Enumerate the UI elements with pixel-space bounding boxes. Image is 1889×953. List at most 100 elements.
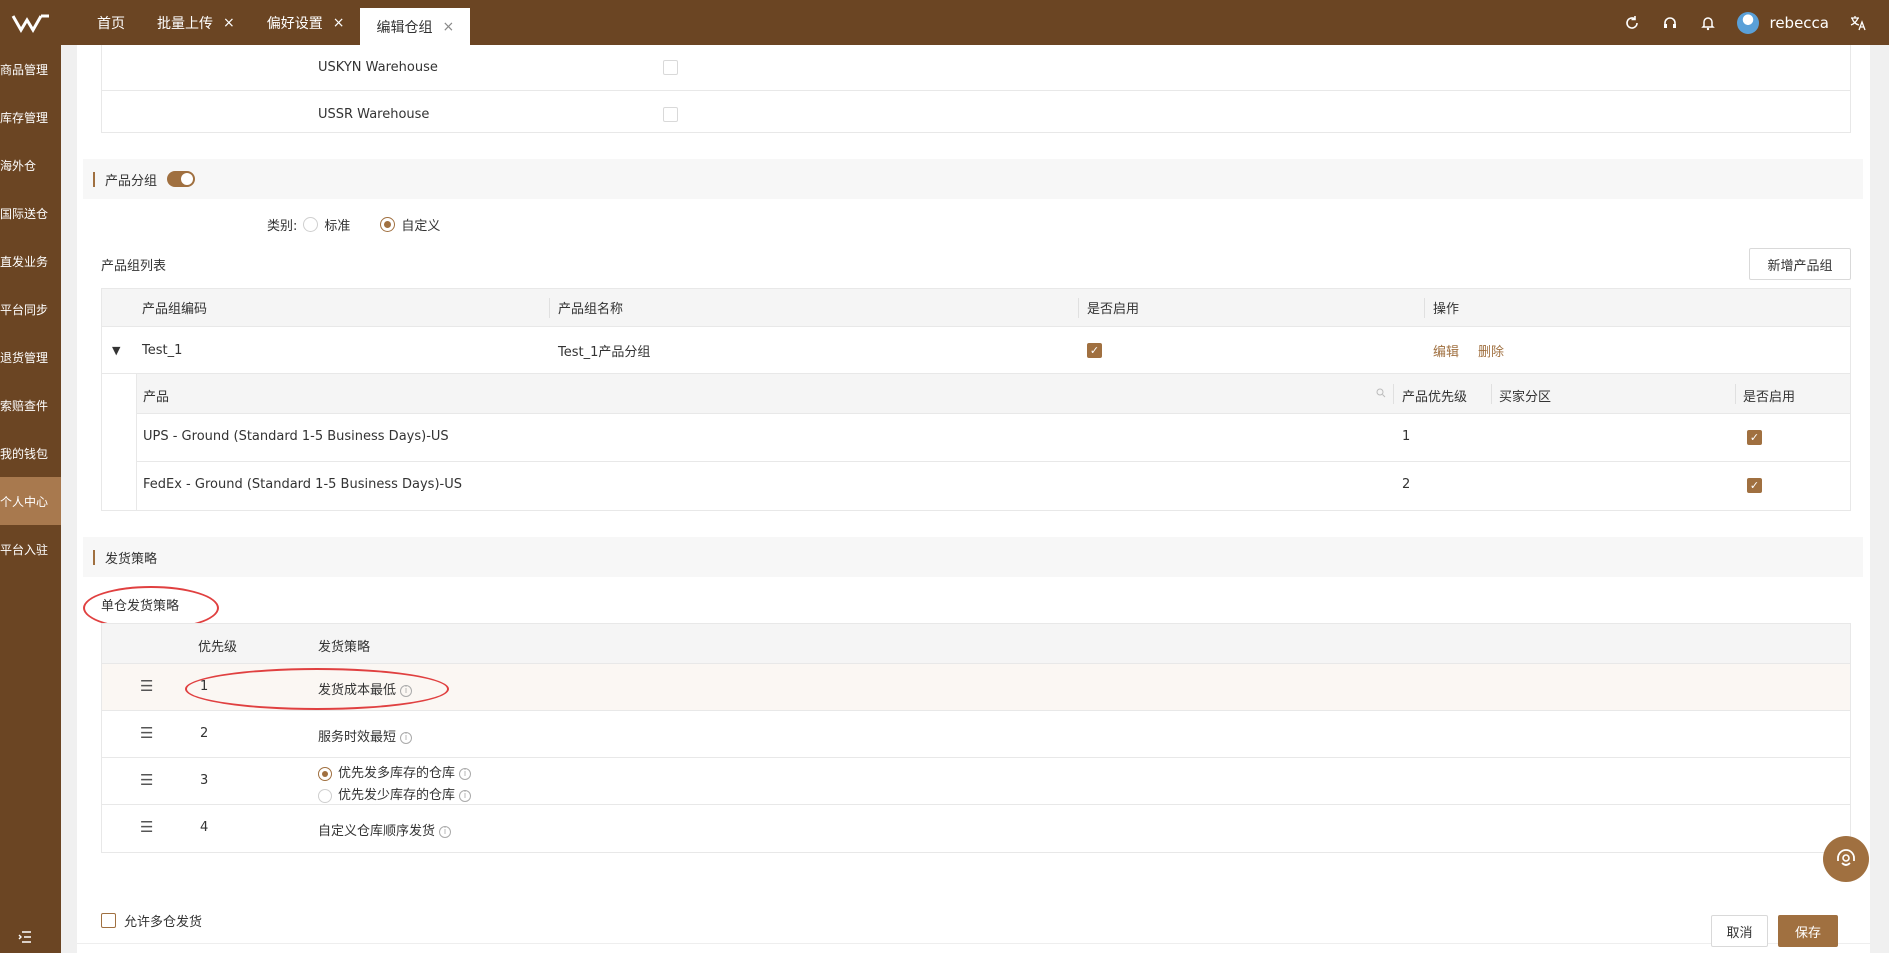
column-header: 发货策略: [318, 640, 371, 655]
save-button[interactable]: 保存: [1778, 915, 1838, 947]
sidebar: 商品管理 库存管理 海外仓 国际送仓 直发业务 平台同步 退货管理 索赔查件 我…: [0, 45, 61, 953]
expand-caret-icon[interactable]: ▼: [112, 344, 120, 357]
collapse-menu-icon[interactable]: [18, 931, 32, 947]
tab-label: 批量上传: [157, 15, 213, 32]
user-menu[interactable]: rebecca: [1737, 11, 1829, 34]
sidebar-item-platform-onboarding[interactable]: 平台入驻: [0, 525, 61, 573]
sidebar-item-personal-center[interactable]: 个人中心: [0, 477, 61, 525]
type-standard-radio[interactable]: [303, 217, 319, 232]
sidebar-item-product-management[interactable]: 商品管理: [0, 45, 61, 93]
sidebar-item-returns[interactable]: 退货管理: [0, 333, 61, 381]
table-row[interactable]: ☰ 4 自定义仓库顺序发货 i: [102, 805, 1850, 852]
info-icon[interactable]: i: [400, 731, 413, 744]
product-group-toggle[interactable]: [167, 171, 196, 187]
tab-home[interactable]: 首页: [81, 0, 141, 45]
sidebar-item-overseas-warehouse[interactable]: 海外仓: [0, 141, 61, 189]
product-priority: 2: [1402, 477, 1411, 492]
tab-bar: 首页 批量上传 × 偏好设置 × 编辑仓组 ×: [81, 0, 471, 45]
sidebar-item-label: 个人中心: [0, 494, 49, 509]
refresh-icon[interactable]: [1623, 14, 1641, 32]
bell-icon[interactable]: [1699, 14, 1717, 32]
shipping-strategy-table: 优先级 发货策略 ☰ 1 发货成本最低 i ☰ 2 服务时效最短 i ☰ 3 优先发…: [101, 623, 1851, 853]
drag-handle-icon[interactable]: ☰: [140, 820, 154, 835]
table-row[interactable]: ☰ 2 服务时效最短 i: [102, 711, 1850, 758]
more-stock-radio[interactable]: [318, 766, 332, 781]
column-divider: [1491, 384, 1492, 404]
edit-link[interactable]: 编辑: [1433, 341, 1459, 360]
sidebar-item-claims[interactable]: 索赔查件: [0, 381, 61, 429]
column-header: 产品: [143, 390, 170, 405]
type-custom-radio[interactable]: [380, 217, 396, 232]
strategy-option[interactable]: 优先发多库存的仓库 i: [318, 762, 472, 781]
delete-link[interactable]: 删除: [1478, 341, 1504, 360]
sidebar-item-label: 海外仓: [0, 158, 37, 173]
edit-panel: USKYN Warehouse USSR Warehouse 产品分组 类别: …: [77, 45, 1870, 953]
allow-multi-warehouse[interactable]: 允许多仓发货: [101, 911, 202, 930]
headset-icon: [1837, 849, 1855, 866]
allow-multi-checkbox[interactable]: [101, 913, 116, 928]
column-divider: [1078, 297, 1079, 318]
logo[interactable]: [0, 0, 61, 45]
search-icon[interactable]: [1376, 387, 1386, 402]
customer-service-float-button[interactable]: [1823, 836, 1869, 882]
close-icon[interactable]: ×: [223, 15, 235, 31]
strategy-label: 自定义仓库顺序发货 i: [318, 820, 452, 839]
close-icon[interactable]: ×: [333, 15, 345, 31]
type-option-label: 自定义: [401, 219, 441, 234]
group-enabled-checkbox[interactable]: ✓: [1087, 342, 1102, 358]
strategy-label: 服务时效最短 i: [318, 726, 413, 745]
product-name: UPS - Ground (Standard 1-5 Business Days…: [143, 429, 449, 444]
tab-edit-warehouse-group[interactable]: 编辑仓组 ×: [360, 8, 471, 45]
column-divider: [1424, 297, 1425, 318]
product-enabled-checkbox[interactable]: ✓: [1747, 478, 1762, 493]
column-header: 产品优先级: [1402, 390, 1468, 405]
sidebar-item-direct-shipping[interactable]: 直发业务: [0, 237, 61, 285]
info-icon[interactable]: i: [459, 767, 472, 780]
close-icon[interactable]: ×: [442, 19, 454, 35]
column-header: 产品组名称: [558, 302, 624, 317]
sidebar-item-international-delivery[interactable]: 国际送仓: [0, 189, 61, 237]
sidebar-item-inventory-management[interactable]: 库存管理: [0, 93, 61, 141]
tab-batch-upload[interactable]: 批量上传 ×: [141, 0, 251, 45]
sidebar-item-label: 平台同步: [0, 302, 49, 317]
add-product-group-button[interactable]: 新增产品组: [1749, 248, 1851, 280]
less-stock-radio[interactable]: [318, 788, 332, 803]
sidebar-item-label: 商品管理: [0, 62, 49, 77]
warehouse-checkbox[interactable]: [663, 60, 678, 75]
product-enabled-checkbox[interactable]: ✓: [1747, 430, 1762, 445]
sidebar-item-platform-sync[interactable]: 平台同步: [0, 285, 61, 333]
section-title: 发货策略: [105, 551, 158, 567]
strategy-option[interactable]: 优先发少库存的仓库 i: [318, 784, 472, 803]
column-header: 产品组编码: [142, 302, 208, 317]
info-icon[interactable]: i: [439, 825, 452, 838]
warehouse-checkbox[interactable]: [663, 106, 678, 122]
column-header: 操作: [1433, 302, 1460, 317]
option-text: 优先发少库存的仓库: [338, 788, 456, 803]
info-icon[interactable]: i: [400, 684, 413, 697]
translate-icon[interactable]: [1849, 14, 1867, 32]
cancel-button[interactable]: 取消: [1711, 915, 1768, 947]
option-text: 优先发多库存的仓库: [338, 766, 456, 781]
tab-preferences[interactable]: 偏好设置 ×: [251, 0, 361, 45]
table-row[interactable]: ☰ 1 发货成本最低 i: [102, 664, 1850, 711]
product-group-section-header: 产品分组: [83, 159, 1863, 199]
drag-handle-icon[interactable]: ☰: [140, 773, 154, 788]
column-divider: [1393, 384, 1394, 404]
tab-label: 偏好设置: [266, 15, 323, 32]
headset-icon[interactable]: [1661, 14, 1679, 32]
drag-handle-icon[interactable]: ☰: [140, 679, 154, 694]
single-warehouse-strategy-title: 单仓发货策略: [101, 599, 180, 614]
sidebar-item-label: 平台入驻: [0, 542, 49, 557]
strategy-priority: 3: [200, 773, 209, 788]
sidebar-item-wallet[interactable]: 我的钱包: [0, 429, 61, 477]
strategy-label: 发货成本最低 i: [318, 679, 413, 698]
table-row[interactable]: ☰ 3 优先发多库存的仓库 i 优先发少库存的仓库 i: [102, 758, 1850, 805]
tab-label: 编辑仓组: [376, 19, 433, 36]
type-selector: 类别: 标准 自定义: [267, 215, 440, 234]
sidebar-item-label: 退货管理: [0, 350, 49, 365]
strategy-text: 服务时效最短: [318, 730, 397, 745]
info-icon[interactable]: i: [459, 789, 472, 802]
sidebar-item-label: 索赔查件: [0, 398, 49, 413]
drag-handle-icon[interactable]: ☰: [140, 726, 154, 741]
strategy-priority: 1: [200, 679, 209, 694]
